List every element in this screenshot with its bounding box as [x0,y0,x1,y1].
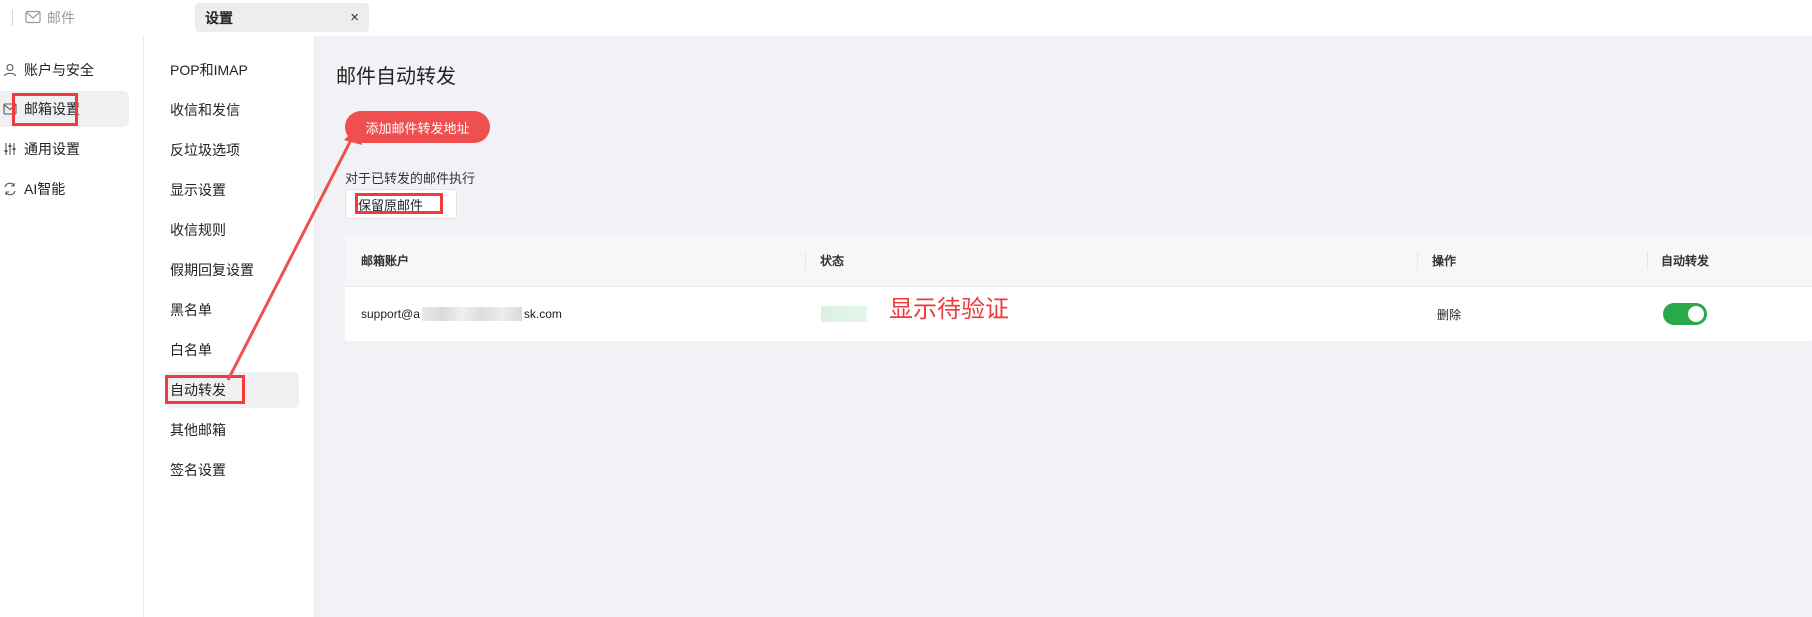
sidebar-item-mailbox-settings[interactable]: 邮箱设置 [0,91,129,127]
column-divider [1647,252,1648,270]
sliders-icon [2,141,18,157]
column-divider [805,252,806,270]
add-forward-address-button[interactable]: 添加邮件转发地址 [345,111,490,143]
sidebar-item-label: AI智能 [24,181,66,197]
settings-category-sidebar: 账户与安全 邮箱设置 通用设置 AI智能 [0,36,144,617]
subnav-item-other-mailboxes[interactable]: 其他邮箱 [165,412,299,448]
sidebar-item-label: 邮箱设置 [24,101,80,117]
forward-address-table: 邮箱账户 状态 操作 自动转发 support@a sk.com 删除 [345,235,1812,341]
redacted-status-blur [821,306,867,322]
subnav-item-receive-send[interactable]: 收信和发信 [165,92,299,128]
mailbox-settings-subnav: POP和IMAP 收信和发信 反垃圾选项 显示设置 收信规则 假期回复设置 黑名… [145,36,315,617]
column-divider [1417,252,1418,270]
toggle-knob [1688,306,1704,322]
tab-settings[interactable]: 设置 × [195,3,369,32]
table-header: 邮箱账户 状态 操作 自动转发 [345,235,1812,287]
subnav-item-auto-forward[interactable]: 自动转发 [165,372,299,408]
subnav-item-blacklist[interactable]: 黑名单 [165,292,299,328]
subnav-item-display[interactable]: 显示设置 [165,172,299,208]
column-header-action: 操作 [1432,254,1457,268]
tab-mail-label: 邮件 [47,10,75,26]
tab-mail[interactable]: 邮件 [12,0,75,36]
sidebar-item-label: 通用设置 [24,141,80,157]
auto-forward-toggle-cell [1663,287,1707,341]
redacted-email-blur [421,307,522,321]
annotation-pending-verification: 显示待验证 [889,296,1009,323]
forwarded-mail-action-label: 对于已转发的邮件执行 [345,171,476,186]
account-email-prefix: support@a [361,307,420,321]
sidebar-item-label: 账户与安全 [24,62,94,78]
column-header-auto-forward: 自动转发 [1661,254,1710,268]
subnav-item-receive-rules[interactable]: 收信规则 [165,212,299,248]
column-header-status: 状态 [820,254,845,268]
page-title: 邮件自动转发 [336,66,456,88]
subnav-item-vacation-reply[interactable]: 假期回复设置 [165,252,299,288]
tab-separator [12,10,13,26]
user-icon [2,62,18,78]
auto-forward-toggle[interactable] [1663,303,1707,325]
delete-link[interactable]: 删除 [1437,287,1461,341]
sidebar-item-ai[interactable]: AI智能 [0,171,129,207]
account-email-suffix: sk.com [523,307,562,321]
sidebar-item-general-settings[interactable]: 通用设置 [0,131,129,167]
mail-icon [25,10,41,27]
tab-settings-label: 设置 [205,9,233,26]
subnav-item-whitelist[interactable]: 白名单 [165,332,299,368]
account-email: support@a sk.com [361,287,562,341]
subnav-item-signature[interactable]: 签名设置 [165,452,299,488]
column-header-account: 邮箱账户 [361,254,410,268]
ai-refresh-icon [2,181,18,197]
subnav-item-anti-spam[interactable]: 反垃圾选项 [165,132,299,168]
close-icon[interactable]: × [350,9,359,26]
auto-forward-panel: 邮件自动转发 添加邮件转发地址 对于已转发的邮件执行 保留原邮件 邮箱账户 状态… [315,36,1812,617]
status-cell [821,287,867,341]
top-tab-bar: 邮件 设置 × [0,0,1812,36]
forwarded-mail-action-select[interactable]: 保留原邮件 [345,189,457,219]
sidebar-item-account-security[interactable]: 账户与安全 [0,52,129,88]
mail-icon [2,101,18,117]
subnav-item-pop-imap[interactable]: POP和IMAP [165,52,299,88]
